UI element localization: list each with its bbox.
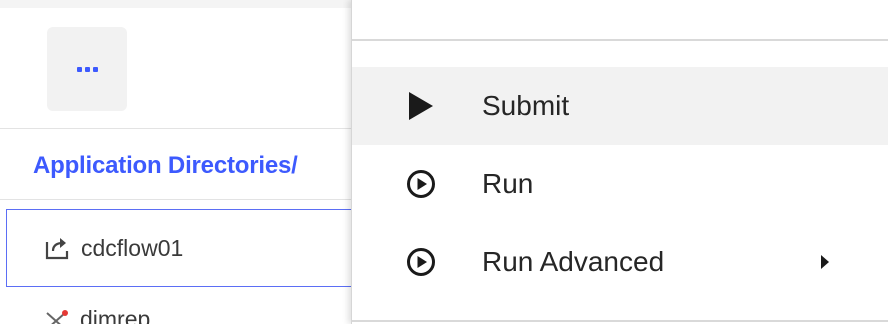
caret-right-icon <box>817 252 833 272</box>
divider <box>0 128 360 129</box>
divider <box>0 199 360 200</box>
context-menu: Submit Run Run Advanced <box>351 0 888 324</box>
top-strip <box>0 0 360 8</box>
list-item-label: dimrep <box>80 306 151 324</box>
more-options-button[interactable] <box>47 27 127 111</box>
menu-item-label: Run <box>482 168 534 199</box>
list-item-cdcflow01[interactable]: cdcflow01 <box>6 209 360 287</box>
list-item-label: cdcflow01 <box>81 234 184 261</box>
menu-item-run-advanced[interactable]: Run Advanced <box>352 223 888 301</box>
play-solid-icon <box>404 89 438 123</box>
play-circle-icon <box>404 167 438 201</box>
menu-divider <box>352 320 888 322</box>
transform-x-icon <box>40 304 72 324</box>
menu-item-run[interactable]: Run <box>352 145 888 223</box>
menu-item-label: Submit <box>482 90 570 121</box>
menu-divider <box>352 39 888 41</box>
play-circle-icon <box>404 245 438 279</box>
breadcrumb[interactable]: Application Directories/ <box>33 152 298 180</box>
app-window: Application Directories/ cdcflow01 dimre… <box>0 0 888 324</box>
left-panel: Application Directories/ cdcflow01 dimre… <box>0 0 360 324</box>
list-item-dimrep[interactable]: dimrep <box>6 296 360 324</box>
menu-item-label: Run Advanced <box>482 246 665 277</box>
menu-item-submit[interactable]: Submit <box>352 67 888 145</box>
open-external-icon <box>41 232 73 264</box>
more-horizontal-icon <box>76 66 98 72</box>
